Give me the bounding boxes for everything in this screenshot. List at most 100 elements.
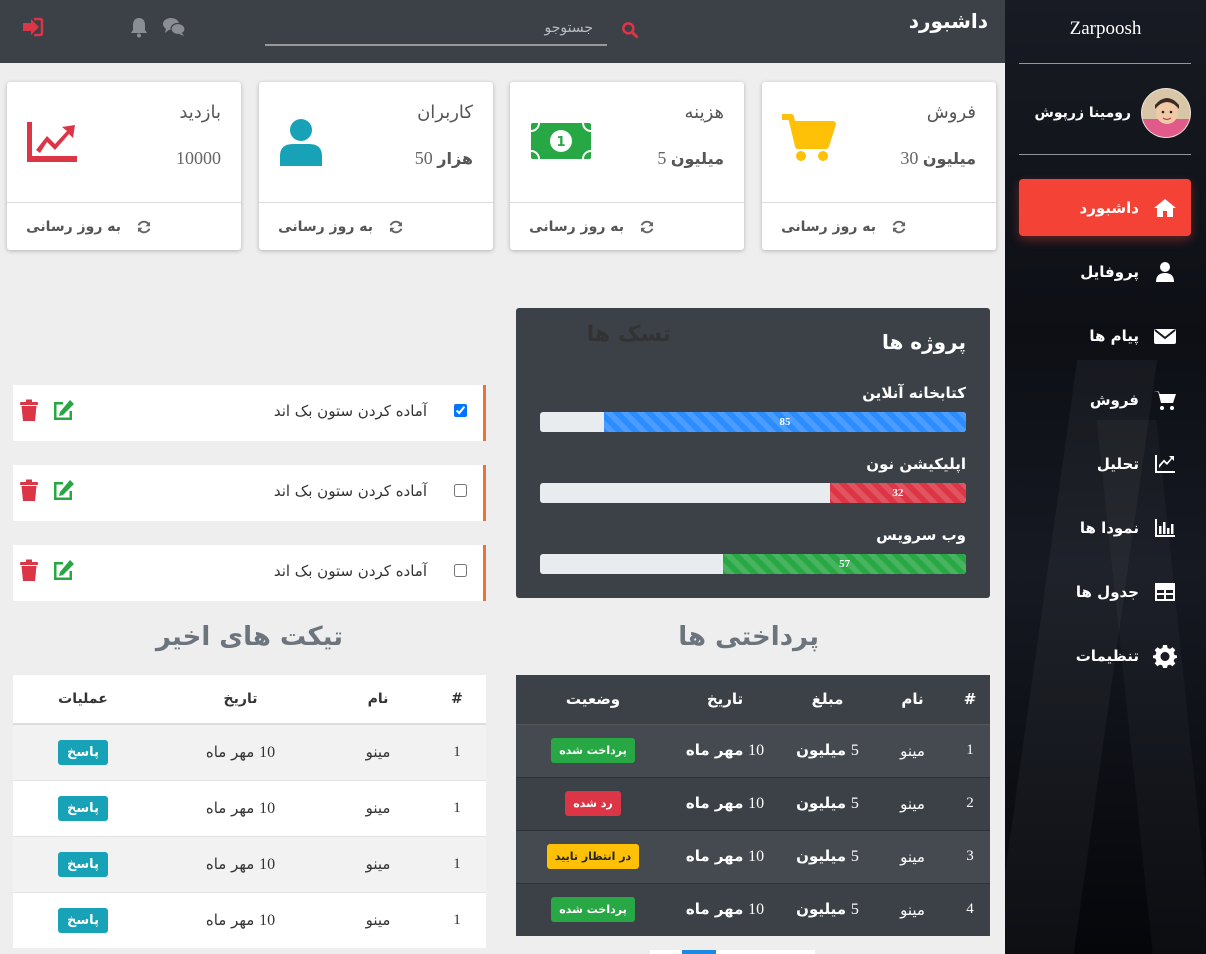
cell-id: 2 (950, 776, 990, 830)
search-box (265, 12, 607, 46)
trash-icon[interactable] (19, 399, 39, 421)
column-header: تاریخ (670, 675, 780, 725)
stat-title: فروش (926, 102, 976, 123)
cell-name: مینو (328, 891, 428, 948)
stat-card-cost: هزینه 5 میلیون 1 به روز رسانی (510, 82, 744, 250)
user-icon (280, 119, 322, 166)
update-label: به روز رسانی (278, 218, 373, 235)
tickets-title: تیکت های اخیر (155, 622, 343, 652)
sidebar-nav: داشبورد پروفایل پیام ها فروش تحلیل نمودا… (1019, 179, 1191, 691)
cell-date: 10 مهر ماه (670, 829, 780, 883)
envelope-icon (1154, 328, 1176, 344)
cell-name: مینو (328, 779, 428, 836)
sidebar-divider (1019, 154, 1191, 155)
stat-card-visits: بازدید 10000 به روز رسانی (7, 82, 241, 250)
sidebar-item-label: پروفایل (1080, 262, 1139, 281)
column-header: وضعیت (516, 675, 670, 725)
cell-status: در انتظار تایید (516, 829, 670, 883)
trash-icon[interactable] (19, 479, 39, 501)
cell-date: 10 مهر ماه (670, 882, 780, 936)
edit-icon[interactable] (51, 479, 75, 501)
reply-button[interactable]: پاسخ (58, 851, 108, 877)
payments-table: # نام مبلغ تاریخ وضعیت 1 مینو 5 میلیون 1… (516, 675, 990, 936)
sidebar-divider (1019, 63, 1191, 64)
search-icon[interactable] (620, 20, 640, 40)
projects-title: پروژه ها (881, 330, 966, 354)
cell-date: 10 مهر ماه (153, 779, 328, 836)
stat-footer[interactable]: به روز رسانی (762, 202, 996, 250)
sidebar-item-charts[interactable]: نمودا ها (1019, 499, 1191, 556)
pagination[interactable] (650, 950, 815, 954)
column-header: تاریخ (153, 675, 328, 725)
logout-icon[interactable] (20, 15, 44, 39)
stat-footer[interactable]: به روز رسانی (510, 202, 744, 250)
sidebar-item-label: پیام ها (1089, 326, 1139, 345)
brand-logo[interactable]: Zarpoosh (1019, 18, 1192, 40)
bell-icon[interactable] (127, 15, 151, 39)
cell-id: 4 (950, 882, 990, 936)
sidebar-item-profile[interactable]: پروفایل (1019, 243, 1191, 300)
task-checkbox[interactable] (454, 484, 467, 497)
stat-value: 5 میلیون (657, 148, 724, 168)
user-name: رومینا زرپوش (1034, 105, 1131, 121)
status-badge: پرداخت شده (551, 897, 635, 923)
project-name: کتابخانه آنلاین (862, 384, 966, 402)
chat-icon[interactable] (162, 15, 186, 39)
cart-icon (1154, 390, 1176, 410)
bar-chart-icon (1155, 518, 1175, 537)
sidebar-item-label: تحلیل (1096, 454, 1139, 473)
stat-footer[interactable]: به روز رسانی (7, 202, 241, 250)
cell-status: پرداخت شده (516, 723, 670, 777)
cell-name: مینو (328, 723, 428, 780)
cell-status: پرداخت شده (516, 882, 670, 936)
money-icon: 1 (530, 122, 592, 160)
task-checkbox[interactable] (454, 404, 467, 417)
column-header: نام (328, 675, 428, 725)
table-icon (1155, 582, 1175, 601)
edit-icon[interactable] (51, 399, 75, 421)
svg-text:1: 1 (556, 135, 565, 150)
refresh-icon (892, 220, 906, 233)
sidebar-item-label: داشبورد (1079, 198, 1139, 217)
progress-fill: 85 (603, 412, 966, 432)
stat-footer[interactable]: به روز رسانی (259, 202, 493, 250)
task-checkbox[interactable] (454, 564, 467, 577)
cell-amount: 5 میلیون (780, 882, 875, 936)
cell-amount: 5 میلیون (780, 829, 875, 883)
search-input[interactable] (265, 12, 607, 44)
sidebar-item-sales[interactable]: فروش (1019, 371, 1191, 428)
edit-icon[interactable] (51, 559, 75, 581)
refresh-icon (137, 220, 151, 233)
pagination-active-page[interactable] (682, 950, 716, 954)
status-badge: پرداخت شده (551, 738, 635, 763)
payments-title: پرداختی ها (678, 622, 819, 652)
reply-button[interactable]: پاسخ (58, 739, 108, 765)
tickets-table: # نام تاریخ عملیات 1 مینو 10 مهر ماه پاس… (13, 675, 486, 948)
stat-value: 50 هزار (414, 148, 473, 168)
sidebar-item-analysis[interactable]: تحلیل (1019, 435, 1191, 492)
task-text: آماده کردن ستون بک اند (273, 482, 427, 500)
cell-id: 1 (428, 779, 486, 836)
line-chart-icon (1155, 454, 1175, 473)
sidebar-item-dashboard[interactable]: داشبورد (1019, 179, 1191, 236)
sidebar-item-label: فروش (1089, 390, 1139, 409)
sidebar-item-messages[interactable]: پیام ها (1019, 307, 1191, 364)
user-icon (1156, 261, 1174, 282)
progress-fill: 57 (723, 554, 966, 574)
task-text: آماده کردن ستون بک اند (273, 402, 427, 420)
cart-icon (782, 114, 836, 161)
stat-title: کاربران (417, 102, 473, 123)
stat-value: 10000 (176, 148, 221, 168)
trash-icon[interactable] (19, 559, 39, 581)
home-icon (1154, 198, 1176, 217)
sidebar-item-settings[interactable]: تنظیمات (1019, 627, 1191, 684)
cell-name: مینو (875, 723, 950, 777)
cell-id: 1 (428, 723, 486, 780)
sidebar-item-tables[interactable]: جدول ها (1019, 563, 1191, 620)
reply-button[interactable]: پاسخ (58, 907, 108, 933)
reply-button[interactable]: پاسخ (58, 795, 108, 821)
user-profile[interactable]: رومینا زرپوش (1019, 88, 1191, 138)
project-progress-bar: 85 (540, 412, 966, 432)
project-progress-bar: 32 (540, 483, 966, 503)
table-row: 1 مینو 10 مهر ماه پاسخ (13, 835, 486, 892)
